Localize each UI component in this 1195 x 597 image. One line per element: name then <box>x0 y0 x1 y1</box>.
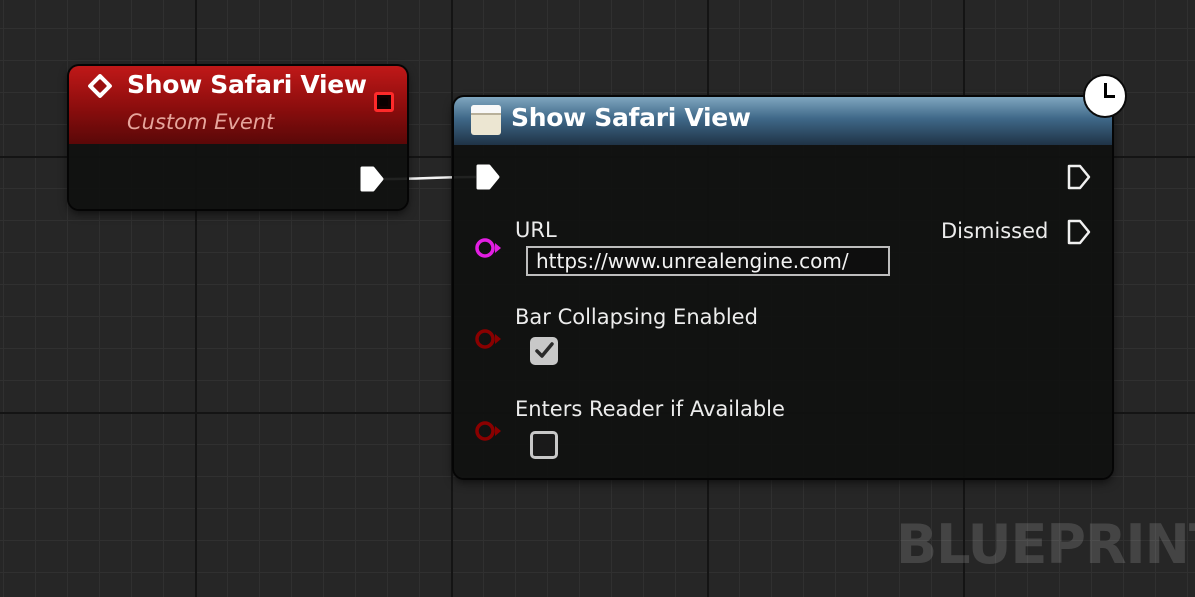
bar-collapsing-checkbox[interactable] <box>530 337 558 365</box>
function-node-header[interactable]: Show Safari View <box>454 97 1112 145</box>
custom-event-node[interactable]: Show Safari View Custom Event <box>69 66 407 209</box>
blueprint-watermark: BLUEPRINT <box>896 513 1195 576</box>
function-node[interactable]: Show Safari View URL https://www.unreale… <box>454 97 1112 478</box>
url-pin-icon[interactable] <box>474 236 506 260</box>
url-label: URL <box>515 218 557 242</box>
dismissed-exec-pin-icon[interactable] <box>1066 218 1092 246</box>
clock-icon <box>1083 74 1127 118</box>
enters-reader-checkbox[interactable] <box>530 431 558 459</box>
function-icon <box>471 105 501 135</box>
enters-reader-pin-icon[interactable] <box>474 419 506 443</box>
event-node-title: Show Safari View <box>127 70 367 99</box>
exec-input-pin-icon[interactable] <box>475 163 501 191</box>
event-node-header[interactable]: Show Safari View Custom Event <box>69 66 407 144</box>
custom-event-diamond-icon <box>87 73 113 99</box>
checkmark-icon <box>535 342 554 358</box>
exec-output-pin-icon[interactable] <box>1066 163 1092 191</box>
bar-collapsing-label: Bar Collapsing Enabled <box>515 305 758 329</box>
enters-reader-label: Enters Reader if Available <box>515 397 785 421</box>
delegate-pin-icon[interactable] <box>374 92 394 112</box>
bar-collapsing-pin-icon[interactable] <box>474 327 506 351</box>
dismissed-label: Dismissed <box>941 219 1049 243</box>
url-input[interactable]: https://www.unrealengine.com/ <box>526 246 890 276</box>
event-node-subtitle: Custom Event <box>127 110 275 134</box>
function-node-title: Show Safari View <box>511 103 751 132</box>
exec-output-pin-icon[interactable] <box>359 165 385 193</box>
